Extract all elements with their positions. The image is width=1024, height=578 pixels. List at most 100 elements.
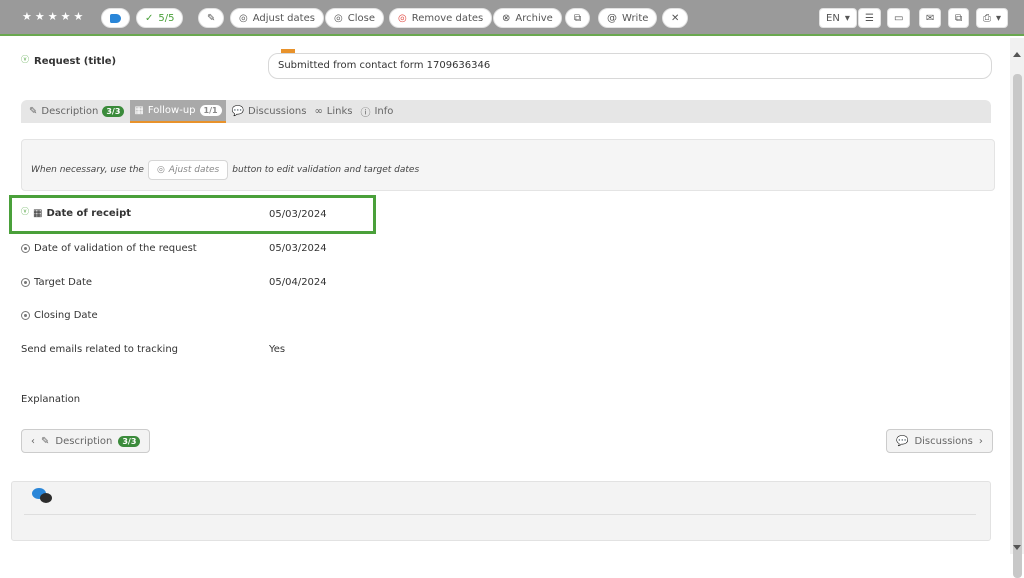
close-icon: ✕ bbox=[671, 12, 680, 24]
close-button[interactable]: ✕ bbox=[662, 8, 689, 28]
star-icon[interactable]: ★ bbox=[61, 10, 71, 24]
next-tab-label: Discussions bbox=[914, 435, 973, 447]
hint-after: button to edit validation and target dat… bbox=[232, 165, 420, 175]
date-of-receipt-value[interactable]: 05/03/2024 bbox=[269, 209, 327, 220]
calendar-icon: ▦ bbox=[134, 105, 144, 116]
chevron-left-icon: ‹ bbox=[31, 435, 35, 447]
print-icon: ⎙ bbox=[983, 12, 991, 24]
previous-tab-button[interactable]: ‹ ✎ Description 3/3 bbox=[21, 429, 151, 453]
target-date-value[interactable]: 05/04/2024 bbox=[269, 277, 327, 288]
tag-button[interactable] bbox=[101, 8, 130, 28]
check-icon: ✓ bbox=[145, 12, 154, 24]
inline-button-label: Ajust dates bbox=[168, 165, 220, 175]
tracking-emails-row: Send emails related to tracking bbox=[21, 344, 178, 355]
target-date-row: Target Date bbox=[21, 277, 92, 288]
target-date-label: Target Date bbox=[34, 277, 93, 288]
pencil-icon: ✎ bbox=[29, 106, 38, 117]
validation-date-row: Date of validation of the request bbox=[21, 243, 197, 254]
calendar-icon: ▦ bbox=[33, 208, 43, 219]
tracking-emails-value[interactable]: Yes bbox=[269, 344, 285, 355]
edit-button[interactable]: ✎ bbox=[198, 8, 225, 28]
discussion-bubbles-icon bbox=[32, 488, 58, 506]
tab-label: Discussions bbox=[248, 106, 307, 117]
follow-up-hint: When necessary, use the ◎ Ajust dates bu… bbox=[21, 139, 995, 191]
page-scrollbar[interactable] bbox=[1010, 38, 1024, 578]
chat-icon: 💬 bbox=[231, 106, 245, 117]
target-icon bbox=[21, 311, 30, 320]
chat-icon: 💬 bbox=[896, 435, 909, 447]
close-request-button[interactable]: ◎ Close bbox=[325, 8, 384, 28]
closing-date-row: Closing Date bbox=[21, 310, 98, 321]
copy-icon: ⧉ bbox=[955, 12, 963, 24]
hint-text: When necessary, use the ◎ Ajust dates bu… bbox=[31, 160, 419, 180]
remove-dates-button[interactable]: ◎ Remove dates bbox=[389, 8, 493, 28]
tab-follow-up[interactable]: ▦ Follow-up 1/1 bbox=[130, 100, 226, 123]
tab-info[interactable]: ⓘ Info bbox=[358, 100, 395, 123]
close-label: Close bbox=[347, 12, 375, 24]
archive-label: Archive bbox=[515, 12, 553, 24]
rating-stars[interactable]: ★ ★ ★ ★ ★ bbox=[22, 10, 83, 24]
tab-badge: 1/1 bbox=[199, 105, 222, 116]
archive-button[interactable]: ⊗ Archive bbox=[493, 8, 562, 28]
divider bbox=[24, 514, 976, 515]
checklist-count: 5/5 bbox=[158, 12, 175, 24]
tab-label: Follow-up bbox=[147, 105, 196, 116]
at-icon: @ bbox=[607, 12, 617, 24]
tab-description[interactable]: ✎ Description 3/3 bbox=[27, 100, 126, 123]
closing-date-label: Closing Date bbox=[34, 310, 98, 321]
print-menu-button[interactable]: ⎙ ▾ bbox=[976, 8, 1009, 28]
checklist-button[interactable]: ✓ 5/5 bbox=[136, 8, 184, 28]
translate-button[interactable]: ▭ bbox=[887, 8, 911, 28]
scroll-down-icon[interactable] bbox=[1013, 545, 1021, 550]
next-tab-button[interactable]: 💬 Discussions › bbox=[886, 429, 993, 453]
list-view-button[interactable]: ☰ bbox=[858, 8, 881, 28]
target-icon: ◎ bbox=[398, 12, 407, 24]
duplicate-button[interactable]: ⧉ bbox=[948, 8, 970, 28]
star-icon[interactable]: ★ bbox=[48, 10, 58, 24]
archive-icon: ⊗ bbox=[502, 12, 511, 24]
link-icon: ∞ bbox=[314, 106, 323, 117]
validation-date-value[interactable]: 05/03/2024 bbox=[269, 243, 327, 254]
star-icon[interactable]: ★ bbox=[74, 10, 84, 24]
language-select[interactable]: EN ▾ bbox=[819, 8, 857, 28]
copy-icon: ⧉ bbox=[574, 12, 582, 24]
write-button[interactable]: @ Write bbox=[598, 8, 658, 28]
date-of-receipt-row: ⓥ ▦ Date of receipt bbox=[21, 207, 131, 219]
section-tabs: ✎ Description 3/3 ▦ Follow-up 1/1 💬 Disc… bbox=[21, 100, 991, 123]
required-mark-icon: ⓥ bbox=[21, 55, 29, 64]
tab-label: Description bbox=[41, 106, 99, 117]
translate-icon: ▭ bbox=[894, 12, 904, 24]
required-mark-icon: ⓥ bbox=[21, 207, 29, 216]
hint-before: When necessary, use the bbox=[31, 165, 144, 175]
caret-down-icon: ▾ bbox=[996, 12, 1002, 24]
scroll-thumb[interactable] bbox=[1013, 74, 1022, 578]
target-icon bbox=[21, 244, 30, 253]
scroll-up-icon[interactable] bbox=[1013, 52, 1021, 57]
tag-icon bbox=[110, 13, 121, 23]
tab-label: Links bbox=[326, 106, 353, 117]
star-icon[interactable]: ★ bbox=[35, 10, 45, 24]
tab-links[interactable]: ∞ Links bbox=[312, 100, 354, 123]
adjust-dates-button[interactable]: ◎ Adjust dates bbox=[230, 8, 324, 28]
request-title-label: Request (title) bbox=[34, 56, 117, 67]
caret-down-icon: ▾ bbox=[844, 12, 850, 24]
explanation-label: Explanation bbox=[21, 394, 81, 405]
adjust-dates-inline-button[interactable]: ◎ Ajust dates bbox=[147, 160, 229, 180]
copy-button[interactable]: ⧉ bbox=[565, 8, 591, 28]
tab-label: Info bbox=[374, 106, 394, 117]
pencil-icon: ✎ bbox=[41, 435, 50, 447]
top-toolbar: ★ ★ ★ ★ ★ ✓ 5/5 ✎ ◎ Adjust dates ◎ Close… bbox=[0, 0, 1024, 36]
chevron-right-icon: › bbox=[978, 435, 983, 447]
target-icon: ◎ bbox=[334, 12, 343, 24]
tab-badge: 3/3 bbox=[118, 435, 141, 447]
request-title-input[interactable]: Submitted from contact form 1709636346 bbox=[268, 53, 992, 79]
list-icon: ☰ bbox=[865, 12, 874, 24]
email-button[interactable]: ✉ bbox=[919, 8, 942, 28]
previous-tab-label: Description bbox=[55, 435, 113, 447]
tab-discussions[interactable]: 💬 Discussions bbox=[230, 100, 309, 123]
tracking-emails-label: Send emails related to tracking bbox=[21, 344, 179, 355]
pencil-icon: ✎ bbox=[207, 12, 216, 24]
info-icon: ⓘ bbox=[360, 108, 371, 119]
star-icon[interactable]: ★ bbox=[22, 10, 32, 24]
adjust-dates-label: Adjust dates bbox=[252, 12, 315, 24]
